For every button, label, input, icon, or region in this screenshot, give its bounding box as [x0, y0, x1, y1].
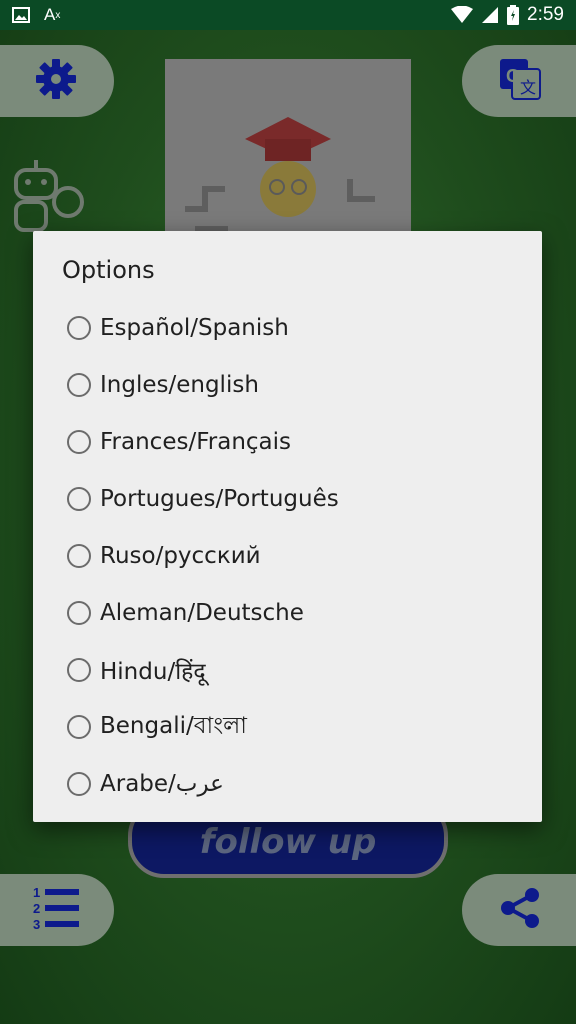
wifi-icon	[451, 6, 474, 24]
radio-button[interactable]	[67, 486, 91, 511]
radio-button[interactable]	[67, 714, 91, 739]
option-label: Hindu/हिंदू	[100, 658, 206, 685]
svg-text:2: 2	[33, 901, 40, 916]
robot-icon[interactable]	[12, 158, 90, 236]
clock-time: 2:59	[527, 4, 564, 25]
option-label: Español/Spanish	[100, 314, 289, 341]
follow-up-label: follow up	[199, 822, 377, 862]
radio-button[interactable]	[67, 429, 91, 454]
radio-button[interactable]	[67, 600, 91, 625]
numbered-list-icon: 1 2 3	[31, 883, 81, 937]
option-label: Arabe/عرب	[100, 770, 224, 797]
radio-button[interactable]	[67, 372, 91, 397]
option-spanish[interactable]: Español/Spanish	[67, 299, 527, 356]
option-label: Ruso/русский	[100, 542, 261, 569]
translate-button[interactable]: G 文	[462, 45, 576, 117]
option-label: Portugues/Português	[100, 485, 339, 512]
options-dialog: Options Español/Spanish Ingles/english F…	[33, 231, 542, 822]
svg-text:文: 文	[520, 79, 536, 97]
dialog-title: Options	[62, 256, 155, 284]
status-bar: Ax 2:59	[0, 0, 576, 30]
radio-button[interactable]	[67, 771, 91, 796]
language-options-list: Español/Spanish Ingles/english Frances/F…	[67, 299, 527, 812]
option-arabic[interactable]: Arabe/عرب	[67, 755, 527, 812]
signal-icon	[481, 6, 499, 24]
settings-button[interactable]	[0, 45, 114, 117]
option-label: Bengali/বাংলা	[100, 713, 247, 739]
share-button[interactable]	[462, 874, 576, 946]
share-icon	[498, 886, 542, 934]
option-hindi[interactable]: Hindu/हिंदू	[67, 641, 527, 698]
option-label: Aleman/Deutsche	[100, 599, 304, 626]
gear-icon	[34, 57, 78, 105]
radio-button[interactable]	[67, 657, 91, 682]
radio-button[interactable]	[67, 543, 91, 568]
option-french[interactable]: Frances/Français	[67, 413, 527, 470]
svg-text:3: 3	[33, 917, 40, 932]
hero-image-graduate	[165, 59, 411, 259]
battery-icon	[507, 5, 520, 25]
option-english[interactable]: Ingles/english	[67, 356, 527, 413]
option-label: Ingles/english	[100, 371, 259, 398]
option-label: Frances/Français	[100, 428, 292, 455]
option-portuguese[interactable]: Portugues/Português	[67, 470, 527, 527]
translate-icon: G 文	[498, 57, 542, 105]
option-bengali[interactable]: Bengali/বাংলা	[67, 698, 527, 755]
option-russian[interactable]: Ruso/русский	[67, 527, 527, 584]
image-icon	[12, 7, 30, 23]
radio-button[interactable]	[67, 315, 91, 340]
text-format-icon: Ax	[44, 5, 61, 24]
list-button[interactable]: 1 2 3	[0, 874, 114, 946]
svg-text:G: G	[506, 66, 520, 86]
option-german[interactable]: Aleman/Deutsche	[67, 584, 527, 641]
svg-text:1: 1	[33, 885, 40, 900]
